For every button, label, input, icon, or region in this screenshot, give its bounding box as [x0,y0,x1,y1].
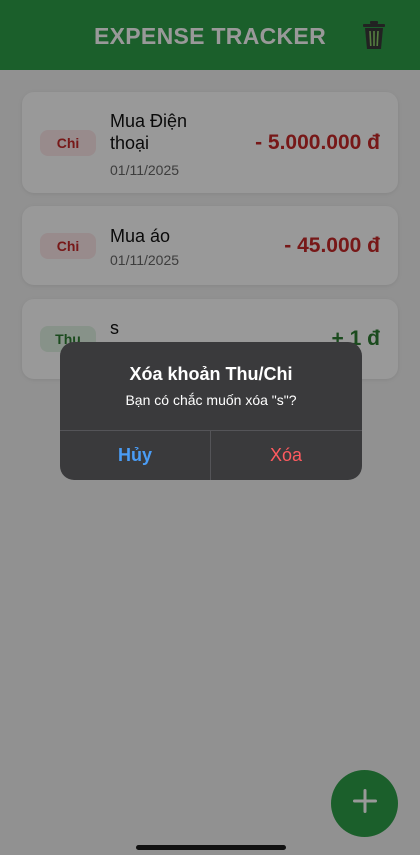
dialog-title: Xóa khoản Thu/Chi [129,364,293,384]
home-indicator [136,845,286,850]
dialog-message: Bạn có chắc muốn xóa "s"? [125,392,297,408]
cancel-button[interactable]: Hủy [60,431,210,480]
delete-button[interactable]: Xóa [211,431,361,480]
delete-confirm-dialog: Xóa khoản Thu/Chi Bạn có chắc muốn xóa "… [60,342,362,480]
